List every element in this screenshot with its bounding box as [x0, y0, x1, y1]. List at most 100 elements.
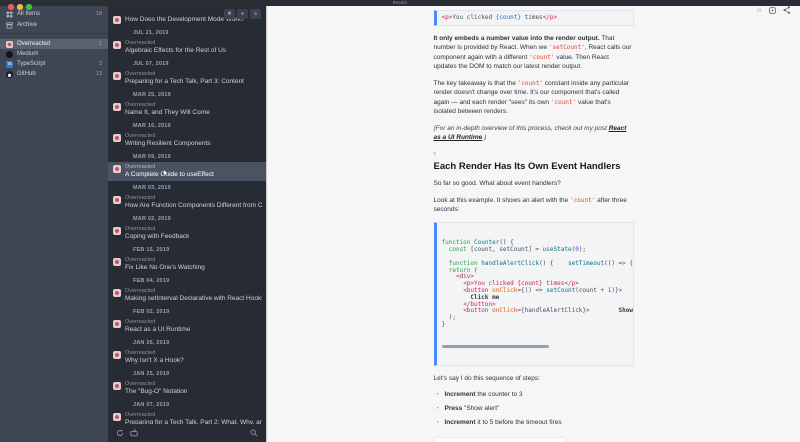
- filter-starred-button[interactable]: ★: [224, 9, 235, 19]
- date-header: FEB 02, 2019: [133, 309, 170, 315]
- minimize-button[interactable]: [17, 4, 23, 10]
- list-step: Increment it to 5 before the timeout fir…: [437, 418, 634, 428]
- window-title: Reeder: [392, 0, 408, 5]
- date-header: FEB 04, 2019: [133, 278, 170, 284]
- item-feed-name: Overreacted: [125, 195, 156, 201]
- dot-icon: ●: [241, 11, 244, 16]
- section-heading: Each Render Has Its Own Event Handlers: [433, 161, 621, 173]
- item-feed-name: Overreacted: [125, 71, 156, 77]
- overreacted-favicon: [113, 289, 121, 297]
- list-item[interactable]: Overreacted Coping with Feedback: [108, 224, 266, 243]
- overreacted-favicon: [113, 351, 121, 359]
- item-feed-name: Overreacted: [125, 412, 156, 418]
- list-item[interactable]: Overreacted React as a UI Runtime: [108, 317, 266, 336]
- list-item[interactable]: Overreacted A Complete Guide to useEffect: [108, 162, 266, 181]
- browser-icon[interactable]: [769, 6, 776, 14]
- feed-label: Medium: [17, 51, 39, 57]
- list-icon: ≡: [253, 11, 258, 17]
- overreacted-favicon: [113, 72, 121, 80]
- mailbox-icon[interactable]: [130, 429, 138, 437]
- list-item[interactable]: Overreacted Algebraic Effects for the Res…: [108, 38, 266, 57]
- list-item[interactable]: Overreacted Why Isn't X a Hook?: [108, 348, 266, 367]
- overreacted-favicon: [113, 413, 121, 421]
- unread-count: 1: [98, 41, 102, 47]
- traffic-lights: [8, 4, 32, 10]
- article-content-pane: ☆ <p>You clicked {count} times</p> It on…: [266, 0, 800, 442]
- paragraph-note: (For an in-depth overview of this proces…: [433, 124, 627, 142]
- unread-count: 18: [95, 11, 102, 17]
- item-title: Making setInterval Declarative with Reac…: [125, 295, 262, 302]
- overreacted-favicon: [113, 103, 121, 111]
- github-favicon: [6, 70, 13, 78]
- zoom-button[interactable]: [26, 4, 32, 10]
- item-title: Coping with Feedback: [125, 233, 190, 240]
- sidebar-item-archive[interactable]: Archive: [0, 20, 108, 30]
- list-item[interactable]: Overreacted Fix Like No One's Watching: [108, 255, 266, 274]
- filter-unread-button[interactable]: ●: [237, 9, 248, 19]
- date-header: FEB 15, 2019: [133, 247, 170, 253]
- overreacted-favicon: [113, 15, 121, 24]
- filter-all-button[interactable]: ≡: [250, 9, 261, 19]
- overreacted-favicon: [113, 258, 121, 266]
- star-icon: ★: [227, 11, 232, 17]
- overreacted-favicon: [6, 40, 13, 48]
- titlebar: Reeder: [0, 0, 800, 6]
- feed-label: GitHub: [17, 71, 36, 77]
- item-title: A Complete Guide to useEffect: [125, 171, 214, 178]
- steps-list: Increment the counter to 3 Press "Show a…: [434, 390, 634, 428]
- typescript-favicon: TS: [6, 60, 13, 68]
- sidebar-divider: [0, 33, 108, 34]
- paragraph: It only embeds a number value into the r…: [433, 34, 632, 71]
- article-list-pane: ★ ● ≡ How Does the Development Mode Work…: [108, 0, 266, 442]
- list-item[interactable]: Overreacted How Are Function Components D…: [108, 193, 266, 212]
- item-feed-name: Overreacted: [125, 381, 156, 387]
- date-header: JAN 25, 2019: [133, 371, 170, 377]
- sidebar-item-medium[interactable]: Medium: [0, 49, 108, 59]
- code-horizontal-scrollbar[interactable]: [441, 345, 628, 349]
- paragraph: So far so good. What about event handler…: [433, 180, 561, 188]
- star-icon[interactable]: ☆: [756, 7, 762, 14]
- item-title: Name It, and They Will Come: [125, 109, 210, 116]
- sidebar-item-overreacted[interactable]: Overreacted 1: [0, 39, 108, 49]
- unread-count: 3: [98, 61, 102, 67]
- list-item[interactable]: Overreacted Making setInterval Declarativ…: [108, 286, 266, 305]
- list-item[interactable]: Overreacted Name It, and They Will Come: [108, 100, 266, 119]
- feed-label: TypeScript: [17, 61, 46, 67]
- date-header: MAR 16, 2019: [133, 123, 171, 129]
- search-icon[interactable]: [250, 429, 258, 437]
- share-icon[interactable]: [783, 6, 791, 14]
- list-item[interactable]: Overreacted The "Bug-O" Notation: [108, 379, 266, 398]
- item-feed-name: Overreacted: [125, 288, 156, 294]
- refresh-icon[interactable]: [116, 429, 124, 437]
- sidebar-item-label: All Items: [17, 11, 41, 17]
- item-feed-name: Overreacted: [125, 40, 156, 46]
- close-button[interactable]: [8, 4, 14, 10]
- list-item[interactable]: Overreacted Preparing for a Tech Talk, Pa…: [108, 69, 266, 88]
- code-block-inline: <p>You clicked {count} times</p>: [433, 10, 634, 26]
- overreacted-favicon: [113, 196, 121, 204]
- unread-count: 13: [95, 71, 102, 77]
- grid-icon: [6, 11, 13, 18]
- item-title: How Are Function Components Different fr…: [125, 202, 262, 209]
- code-block-counter: function Counter() { const [count, setCo…: [433, 221, 634, 366]
- list-item[interactable]: Overreacted Writing Resilient Components: [108, 131, 266, 150]
- sidebar-item-all-items[interactable]: All Items 18: [0, 9, 108, 19]
- item-feed-name: Overreacted: [125, 226, 156, 232]
- item-title: The "Bug-O" Notation: [125, 388, 188, 395]
- date-header: MAR 25, 2019: [133, 92, 171, 98]
- feed-label: Overreacted: [17, 41, 51, 47]
- item-feed-name: Overreacted: [125, 133, 156, 139]
- sidebar-item-github[interactable]: GitHub 13: [0, 69, 108, 79]
- overreacted-favicon: [113, 165, 121, 173]
- item-title: Preparing for a Tech Talk, Part 3: Conte…: [125, 78, 244, 85]
- sidebar-item-typescript[interactable]: TS TypeScript 3: [0, 59, 108, 69]
- date-header: JUL 21, 2019: [133, 30, 169, 36]
- item-title: Algebraic Effects for the Rest of Us: [125, 47, 227, 54]
- date-header: JAN 07, 2019: [133, 402, 170, 408]
- list-step: Press "Show alert": [437, 404, 634, 414]
- paragraph: Let's say I do this sequence of steps:: [433, 374, 540, 382]
- item-title: Fix Like No One's Watching: [125, 264, 205, 271]
- feeds-sidebar: All Items 18 Archive Overreacted 1 Mediu…: [0, 0, 108, 442]
- date-header: MAR 03, 2019: [133, 185, 171, 191]
- archive-icon: [6, 21, 13, 29]
